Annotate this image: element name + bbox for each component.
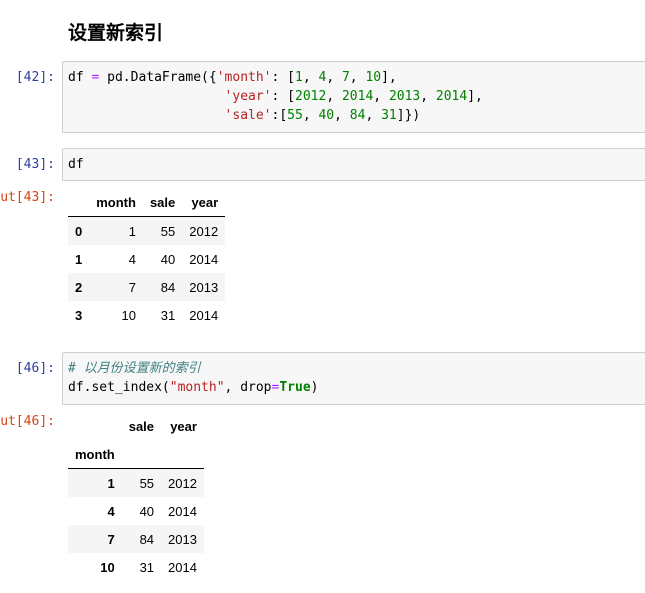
row-index: 1 [107,475,115,491]
table-cell: 2012 [189,223,219,239]
index-header-empty [68,412,122,440]
table-cell: 31 [160,307,176,323]
table-row: 7 84 2013 [68,525,204,553]
table-cell: 2014 [189,251,219,267]
input-prompt-46: [46]: [15,361,55,376]
column-header: year [170,418,197,434]
table-cell: 1 [128,223,136,239]
table-cell: 7 [128,279,136,295]
column-header: month [89,188,143,217]
column-header: sale [142,188,183,217]
code-cell-42[interactable]: df = pd.DataFrame({'month': [1, 4, 7, 10… [62,61,645,133]
table-cell: 31 [139,559,155,575]
row-index: 3 [75,307,83,323]
table-cell: 40 [139,503,155,519]
input-prompt-43: [43]: [15,157,55,172]
dataframe-table-43: month sale year 0 1 55 2012 1 4 40 2014 … [68,188,226,329]
row-index: 10 [100,559,115,575]
table-row: 4 40 2014 [68,497,204,525]
table-cell: 10 [121,307,136,323]
table-cell: 55 [139,475,155,491]
empty-header [121,440,162,469]
table-row: 2 7 84 2013 [68,273,226,301]
table-cell: 40 [160,251,176,267]
index-header-empty [68,188,90,217]
table-row: 10 31 2014 [68,553,204,581]
table-cell: 4 [128,251,136,267]
section-heading: 设置新索引 [68,22,164,44]
column-header: year [182,188,226,217]
table-row: 0 1 55 2012 [68,216,226,245]
dataframe-table-46: sale year month 1 55 2012 4 40 2014 7 84… [68,412,204,581]
empty-header [161,440,204,469]
row-index: 4 [107,503,115,519]
table-cell: 2014 [189,307,219,323]
table-cell: 2014 [168,559,197,575]
column-header: sale [128,418,155,434]
row-index: 0 [75,223,83,239]
input-prompt-42: [42]: [15,70,55,85]
code-cell-46[interactable]: # 以月份设置新的索引 df.set_index("month", drop=T… [62,352,645,405]
row-index: 2 [75,279,83,295]
table-row: 1 55 2012 [68,468,204,497]
table-cell: 84 [139,531,155,547]
table-cell: 55 [160,223,176,239]
table-cell: 2013 [189,279,219,295]
output-prompt-46: ut[46]: [0,414,55,429]
row-index: 7 [107,531,115,547]
row-index: 1 [75,251,83,267]
table-cell: 2014 [168,503,197,519]
table-cell: 2013 [168,531,197,547]
index-name-header: month [68,440,122,469]
table-cell: 2012 [168,475,197,491]
table-row: 1 4 40 2014 [68,245,225,273]
table-cell: 84 [160,279,176,295]
table-row: 3 10 31 2014 [68,301,225,329]
output-prompt-43: ut[43]: [0,190,55,205]
code-cell-43[interactable]: df [62,148,645,181]
